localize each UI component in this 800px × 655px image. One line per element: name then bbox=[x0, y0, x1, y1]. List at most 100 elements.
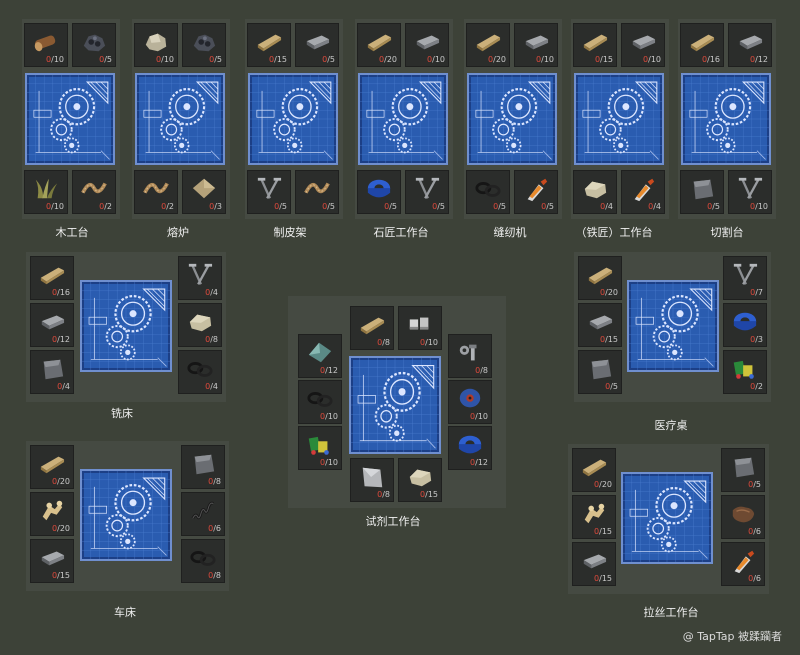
material-slot[interactable]: 0/15 bbox=[30, 539, 74, 583]
material-slot[interactable]: 0/2 bbox=[72, 170, 116, 214]
material-slot[interactable]: 0/15 bbox=[247, 23, 291, 67]
material-slot[interactable]: 0/8 bbox=[181, 445, 225, 489]
need-count: 4 bbox=[607, 202, 613, 211]
nails-icon bbox=[735, 176, 765, 202]
need-count: 15 bbox=[601, 574, 612, 583]
metal-plate-icon bbox=[585, 356, 615, 382]
material-slot[interactable]: 0/20 bbox=[357, 23, 401, 67]
material-slot[interactable]: 0/7 bbox=[723, 256, 767, 300]
material-slot[interactable]: 0/5 bbox=[514, 170, 558, 214]
plank-icon bbox=[687, 29, 717, 55]
material-slot[interactable]: 0/4 bbox=[178, 350, 222, 394]
need-count: 20 bbox=[59, 524, 70, 533]
material-count: 0/15 bbox=[594, 527, 612, 536]
material-slot[interactable]: 0/8 bbox=[350, 458, 394, 502]
material-slot[interactable]: 0/5 bbox=[405, 170, 449, 214]
material-slot[interactable]: 0/5 bbox=[72, 23, 116, 67]
material-slot[interactable]: 0/10 bbox=[24, 23, 68, 67]
material-slot[interactable]: 0/4 bbox=[621, 170, 665, 214]
material-count: 0/5 bbox=[432, 202, 445, 211]
material-slot[interactable]: 0/10 bbox=[24, 170, 68, 214]
nails-icon bbox=[185, 262, 215, 288]
material-slot[interactable]: 0/3 bbox=[182, 170, 226, 214]
rubber-parts-icon bbox=[185, 356, 215, 382]
material-slot[interactable]: 0/15 bbox=[572, 495, 616, 539]
material-slot[interactable]: 0/15 bbox=[573, 23, 617, 67]
need-count: 4 bbox=[64, 382, 70, 391]
nut-bolt-icon bbox=[455, 340, 485, 366]
material-count: 0/5 bbox=[605, 382, 618, 391]
need-count: 20 bbox=[495, 55, 506, 64]
material-count: 0/8 bbox=[475, 366, 488, 375]
iron-bar-icon bbox=[37, 309, 67, 335]
need-count: 12 bbox=[477, 458, 488, 467]
material-slot[interactable]: 0/10 bbox=[134, 23, 178, 67]
material-slot[interactable]: 0/16 bbox=[30, 256, 74, 300]
material-slot[interactable]: 0/3 bbox=[723, 303, 767, 347]
material-slot[interactable]: 0/20 bbox=[30, 492, 74, 536]
material-slot[interactable]: 0/5 bbox=[295, 170, 339, 214]
need-count: 8 bbox=[482, 366, 488, 375]
plank-icon bbox=[357, 312, 387, 338]
material-count: 0/20 bbox=[488, 55, 506, 64]
material-slot[interactable]: 0/6 bbox=[721, 495, 765, 539]
material-slot[interactable]: 0/5 bbox=[680, 170, 724, 214]
material-slot[interactable]: 0/8 bbox=[181, 539, 225, 583]
material-slot[interactable]: 0/8 bbox=[350, 306, 394, 350]
need-count: 5 bbox=[612, 382, 618, 391]
material-slot[interactable]: 0/4 bbox=[573, 170, 617, 214]
material-slot[interactable]: 0/5 bbox=[721, 448, 765, 492]
material-slot[interactable]: 0/10 bbox=[728, 170, 772, 214]
material-slot[interactable]: 0/4 bbox=[30, 350, 74, 394]
material-slot[interactable]: 0/4 bbox=[178, 256, 222, 300]
material-count: 0/6 bbox=[748, 527, 761, 536]
material-count: 0/20 bbox=[52, 477, 70, 486]
material-slot[interactable]: 0/15 bbox=[578, 303, 622, 347]
material-slot[interactable]: 0/10 bbox=[621, 23, 665, 67]
material-slot[interactable]: 0/15 bbox=[398, 458, 442, 502]
need-count: 5 bbox=[329, 55, 335, 64]
need-count: 20 bbox=[59, 477, 70, 486]
material-slot[interactable]: 0/8 bbox=[448, 334, 492, 378]
material-slot[interactable]: 0/8 bbox=[178, 303, 222, 347]
rope-icon bbox=[141, 176, 171, 202]
material-slot[interactable]: 0/10 bbox=[405, 23, 449, 67]
material-slot[interactable]: 0/10 bbox=[298, 426, 342, 470]
material-slot[interactable]: 0/20 bbox=[30, 445, 74, 489]
material-slot[interactable]: 0/10 bbox=[514, 23, 558, 67]
material-slot[interactable]: 0/10 bbox=[298, 380, 342, 424]
material-slot[interactable]: 0/5 bbox=[357, 170, 401, 214]
material-slot[interactable]: 0/5 bbox=[466, 170, 510, 214]
material-slot[interactable]: 0/12 bbox=[298, 334, 342, 378]
material-slot[interactable]: 0/12 bbox=[30, 303, 74, 347]
iron-bar-icon bbox=[735, 29, 765, 55]
material-slot[interactable]: 0/2 bbox=[134, 170, 178, 214]
material-slot[interactable]: 0/20 bbox=[578, 256, 622, 300]
need-count: 12 bbox=[59, 335, 70, 344]
material-slot[interactable]: 0/5 bbox=[182, 23, 226, 67]
need-count: 10 bbox=[53, 202, 64, 211]
material-slot[interactable]: 0/10 bbox=[398, 306, 442, 350]
material-slot[interactable]: 0/12 bbox=[728, 23, 772, 67]
material-slot[interactable]: 0/12 bbox=[448, 426, 492, 470]
material-slot[interactable]: 0/6 bbox=[721, 542, 765, 586]
material-slot[interactable]: 0/10 bbox=[448, 380, 492, 424]
material-slot[interactable]: 0/20 bbox=[466, 23, 510, 67]
material-count: 0/2 bbox=[99, 202, 112, 211]
duct-tape-icon bbox=[455, 432, 485, 458]
material-slot[interactable]: 0/2 bbox=[723, 350, 767, 394]
material-slot[interactable]: 0/15 bbox=[572, 542, 616, 586]
material-count: 0/5 bbox=[707, 202, 720, 211]
need-count: 2 bbox=[757, 382, 763, 391]
material-slot[interactable]: 0/5 bbox=[247, 170, 291, 214]
material-slot[interactable]: 0/5 bbox=[578, 350, 622, 394]
need-count: 2 bbox=[106, 202, 112, 211]
material-slot[interactable]: 0/5 bbox=[295, 23, 339, 67]
material-slot[interactable]: 0/16 bbox=[680, 23, 724, 67]
need-count: 20 bbox=[607, 288, 618, 297]
material-count: 0/10 bbox=[46, 55, 64, 64]
rubber-parts-icon bbox=[188, 545, 218, 571]
material-slot[interactable]: 0/6 bbox=[181, 492, 225, 536]
material-slot[interactable]: 0/20 bbox=[572, 448, 616, 492]
material-count: 0/15 bbox=[269, 55, 287, 64]
